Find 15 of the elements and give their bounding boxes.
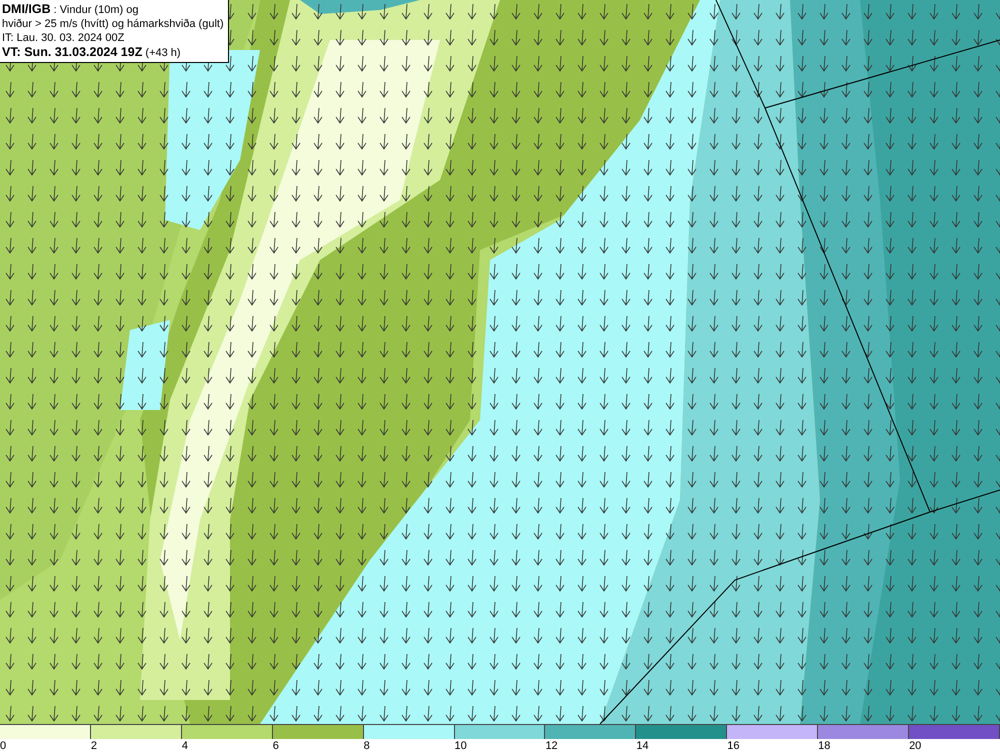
scale-label: 4	[182, 739, 188, 753]
scale-label: 10	[454, 739, 467, 753]
scale-label: 12	[545, 739, 558, 753]
scale-label: 0	[0, 739, 6, 753]
scale-label: 6	[272, 739, 279, 753]
scale-label: 2	[90, 739, 98, 753]
legend-text: VT: Sun. 31.03.2024 19Z (+43 h)	[2, 45, 182, 60]
scale-label: 18	[818, 739, 830, 753]
legend-text: hviður > 25 m/s (hvítt) og hámarkshviða (gult)	[2, 17, 224, 31]
scale-label: 20	[909, 739, 922, 753]
scale-label: 14	[636, 739, 649, 753]
legend-text: DMI/IGB : Vindur (10m) og	[2, 2, 140, 17]
scale-label: 8	[364, 739, 370, 753]
legend-text: IT: Lau. 30. 03. 2024 00Z	[2, 31, 126, 45]
scale-label: 16	[727, 739, 740, 753]
